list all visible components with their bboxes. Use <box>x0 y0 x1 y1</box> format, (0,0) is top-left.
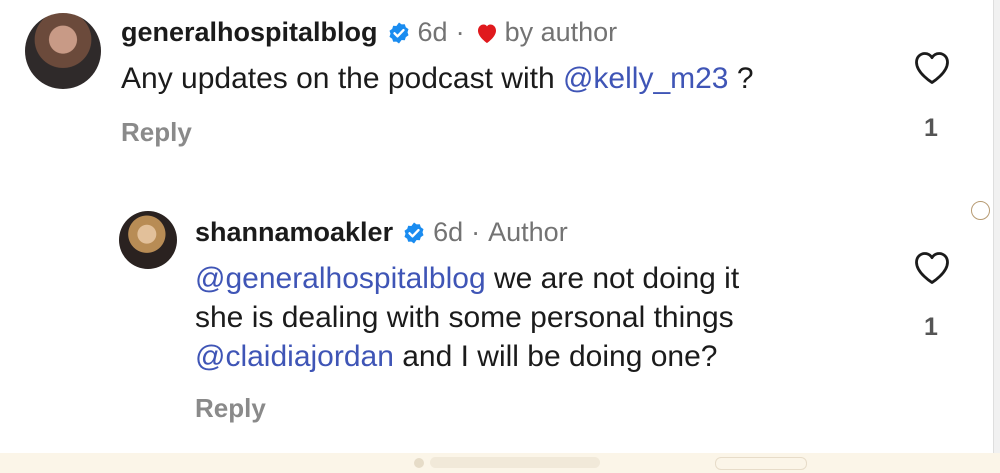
scrollbar-track[interactable] <box>993 0 1000 453</box>
mention-link[interactable]: @claidiajordan <box>195 340 394 373</box>
comment-time: 6d <box>417 17 448 47</box>
bottom-placeholder <box>430 457 600 468</box>
like-heart-icon[interactable] <box>913 250 951 286</box>
bottom-avatar-shape <box>414 458 424 468</box>
username[interactable]: generalhospitalblog <box>121 17 378 48</box>
comment-text-body: Any updates on the podcast with <box>121 62 563 95</box>
comment-text: @generalhospitalblog we are not doing it… <box>195 259 739 376</box>
comment-line: @claidiajordan and I will be doing one? <box>195 337 739 376</box>
comment-time: 6d <box>433 217 464 247</box>
avatar[interactable] <box>119 211 177 269</box>
comment-text-body: we are not doing it <box>485 262 740 295</box>
comment-text-tail: ? <box>728 62 754 95</box>
bottom-button-shape <box>715 457 807 470</box>
separator: · <box>455 17 465 47</box>
reply-button[interactable]: Reply <box>195 393 266 424</box>
mention-link[interactable]: @generalhospitalblog <box>195 262 486 295</box>
verified-badge-icon <box>389 22 409 43</box>
avatar[interactable] <box>25 13 101 89</box>
like-count: 1 <box>924 313 938 341</box>
comment-line: she is dealing with some personal things <box>195 301 734 334</box>
like-count: 1 <box>924 114 938 142</box>
verified-badge-icon <box>404 222 424 243</box>
mention-link[interactable]: @kelly_m23 <box>563 62 729 95</box>
author-label: Author <box>488 217 568 247</box>
comment-line: @generalhospitalblog we are not doing it <box>195 259 739 298</box>
scroll-handle[interactable] <box>971 201 990 220</box>
heart-filled-icon <box>477 24 496 43</box>
comment-header: shannamoakler 6d · Author <box>195 217 568 248</box>
comment-header: generalhospitalblog 6d · by author <box>121 17 617 48</box>
liked-by-author-label: by author <box>504 17 618 47</box>
comment-text-body: and I will be doing one? <box>393 340 718 373</box>
comment-text: Any updates on the podcast with @kelly_m… <box>121 59 754 98</box>
username[interactable]: shannamoakler <box>195 217 393 248</box>
separator: · <box>471 217 481 247</box>
reply-button[interactable]: Reply <box>121 117 192 148</box>
like-heart-icon[interactable] <box>913 50 951 86</box>
